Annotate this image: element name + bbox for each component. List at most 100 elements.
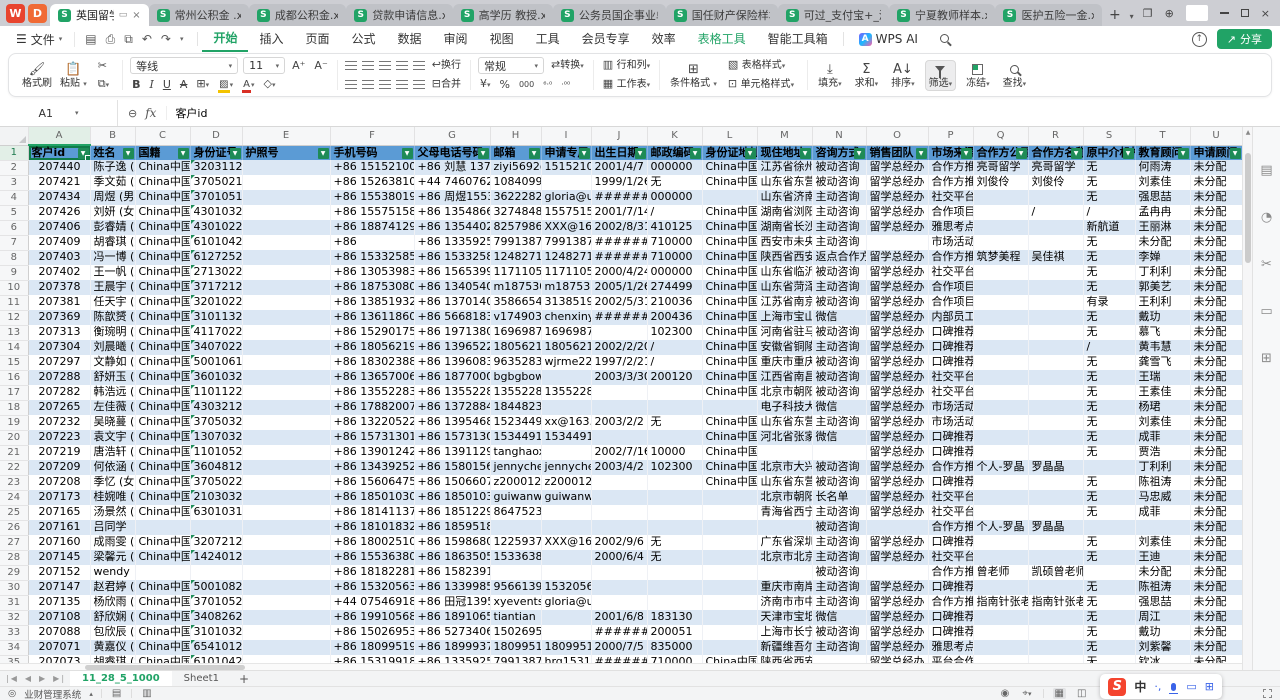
cell-F3[interactable]: +86 15263810 <box>330 175 414 190</box>
cell-H3[interactable]: 108409964XXX@163. <box>490 175 541 190</box>
cell-C31[interactable]: China中国 <box>135 595 190 610</box>
cell-E24[interactable] <box>242 490 330 505</box>
cell-Q29[interactable]: 曾老师 <box>973 565 1028 580</box>
cell-C7[interactable]: China中国 <box>135 235 190 250</box>
cell-G34[interactable]: +86 1899937166 <box>414 640 490 655</box>
document-tab[interactable]: S可过_支付宝+_滴滴 <box>778 4 889 26</box>
cell-H11[interactable]: 358665491 <box>490 295 541 310</box>
cell-E33[interactable] <box>242 625 330 640</box>
cell-P8[interactable]: 合作方推荐 <box>928 250 973 265</box>
cell-O8[interactable]: 留学总经办 <box>866 250 928 265</box>
cell-Q25[interactable] <box>973 505 1028 520</box>
cell-C23[interactable]: China中国 <box>135 475 190 490</box>
cell-S20[interactable]: 无 <box>1083 430 1135 445</box>
cell-D30[interactable]: 500108200203035125 <box>190 580 242 595</box>
menu-tab-审阅[interactable]: 审阅 <box>433 27 479 51</box>
cell-T3[interactable]: 刘素佳 <box>1135 175 1190 190</box>
cell-L25[interactable] <box>702 505 757 520</box>
menu-tab-视图[interactable]: 视图 <box>479 27 525 51</box>
cell-H32[interactable]: tiantian <box>490 610 541 625</box>
cell-U31[interactable]: 未分配 <box>1190 595 1242 610</box>
italic-button[interactable]: I <box>147 77 155 93</box>
cell-B9[interactable]: 王一帆 (男 <box>90 265 135 280</box>
cell-O6[interactable]: 留学总经办 <box>866 220 928 235</box>
cell-C9[interactable]: China中国 <box>135 265 190 280</box>
cell-C21[interactable]: China中国 <box>135 445 190 460</box>
cell-K8[interactable]: 710000 <box>647 250 702 265</box>
cell-Q4[interactable] <box>973 190 1028 205</box>
cell-N10[interactable]: 主动咨询 <box>812 280 866 295</box>
cell-N13[interactable]: 被动咨询 <box>812 325 866 340</box>
cell-R22[interactable]: 罗晶晶 <box>1028 460 1083 475</box>
cell-M3[interactable]: 山东省东营 <box>757 175 812 190</box>
cell-K4[interactable]: 000000 <box>647 190 702 205</box>
cell-F29[interactable]: +86 18182281 <box>330 565 414 580</box>
layout-switch-icon[interactable]: ❐ <box>1143 7 1153 20</box>
grid-icon[interactable]: ⊞ <box>1261 351 1272 366</box>
cell-K20[interactable] <box>647 430 702 445</box>
font-family-select[interactable]: 等线▾ <box>130 57 238 74</box>
sheet-tab-11_28_5_1000[interactable]: 11_28_5_1000 <box>70 671 172 687</box>
cell-M29[interactable] <box>757 565 812 580</box>
cell-H9[interactable]: 117110505 <box>490 265 541 280</box>
cell-P15[interactable]: 口碑推荐, <box>928 355 973 370</box>
column-header-N[interactable]: N <box>812 127 866 145</box>
cell-M27[interactable]: 广东省深圳 <box>757 535 812 550</box>
cell-I24[interactable]: guiwanwei <box>541 490 591 505</box>
cell-M14[interactable]: 安徽省铜陵 <box>757 340 812 355</box>
cell-K21[interactable]: 10000 <box>647 445 702 460</box>
cell-I13[interactable]: 169698712 <box>541 325 591 340</box>
row-number[interactable]: 7 <box>0 235 28 250</box>
cell-E18[interactable] <box>242 400 330 415</box>
wps-ai-button[interactable]: A WPS AI <box>848 27 929 51</box>
cell-I18[interactable] <box>541 400 591 415</box>
filter-button[interactable]: 筛选▾ <box>925 60 957 91</box>
cell-H20[interactable]: 153449155 <box>490 430 541 445</box>
cell-L9[interactable]: China中国 <box>702 265 757 280</box>
convert-button[interactable]: ⇄转换▾ <box>549 57 586 74</box>
filter-dropdown-icon[interactable]: ▼ <box>1123 148 1134 159</box>
cell-Q24[interactable] <box>973 490 1028 505</box>
cell-F11[interactable]: +86 13851932 <box>330 295 414 310</box>
cell-U35[interactable]: 未分配 <box>1190 655 1242 663</box>
cell-A28[interactable]: 207145 <box>28 550 90 565</box>
header-cell-N1[interactable]: 咨询方式▼ <box>812 145 866 160</box>
cell-H5[interactable]: 327484864 <box>490 205 541 220</box>
row-number[interactable]: 27 <box>0 535 28 550</box>
cell-J4[interactable]: ######### <box>591 190 647 205</box>
cell-R23[interactable] <box>1028 475 1083 490</box>
cell-J12[interactable]: ######## <box>591 310 647 325</box>
cell-R32[interactable] <box>1028 610 1083 625</box>
cell-M10[interactable]: 山东省菏泽 <box>757 280 812 295</box>
cell-P9[interactable]: 社交平台, <box>928 265 973 280</box>
cell-J2[interactable]: 2001/4/7 <box>591 160 647 175</box>
cell-D26[interactable] <box>190 520 242 535</box>
cell-O17[interactable]: 留学总经办 <box>866 385 928 400</box>
align-left-icon[interactable] <box>345 80 357 89</box>
cell-F27[interactable]: +86 18002510 <box>330 535 414 550</box>
cell-P32[interactable]: 口碑推荐, <box>928 610 973 625</box>
cell-R19[interactable] <box>1028 415 1083 430</box>
table-row[interactable]: 23207208季忆 (女)China中国370502200012272047+… <box>0 475 1242 490</box>
cell-Q28[interactable] <box>973 550 1028 565</box>
distribute-icon[interactable] <box>413 80 425 89</box>
cell-T21[interactable]: 贾浩 <box>1135 445 1190 460</box>
cell-U22[interactable]: 未分配 <box>1190 460 1242 475</box>
cell-Q12[interactable] <box>973 310 1028 325</box>
cell-C28[interactable]: China中国 <box>135 550 190 565</box>
row-number[interactable]: 20 <box>0 430 28 445</box>
cell-A7[interactable]: 207409 <box>28 235 90 250</box>
cell-H33[interactable]: 150269534 <box>490 625 541 640</box>
cell-D15[interactable]: 500106199702210321 <box>190 355 242 370</box>
filter-dropdown-icon[interactable]: ▼ <box>1230 148 1241 159</box>
cell-H8[interactable]: 124827175 <box>490 250 541 265</box>
cell-L7[interactable]: China中国 <box>702 235 757 250</box>
cell-B23[interactable]: 季忆 (女) <box>90 475 135 490</box>
cell-Q19[interactable] <box>973 415 1028 430</box>
cell-B6[interactable]: 彭睿婧 (女 <box>90 220 135 235</box>
cell-C18[interactable]: China中国 <box>135 400 190 415</box>
cell-D16[interactable]: 360103200303300725 <box>190 370 242 385</box>
copy-icon[interactable]: ⧉ <box>124 32 133 47</box>
cell-U11[interactable]: 未分配 <box>1190 295 1242 310</box>
cell-I28[interactable] <box>541 550 591 565</box>
